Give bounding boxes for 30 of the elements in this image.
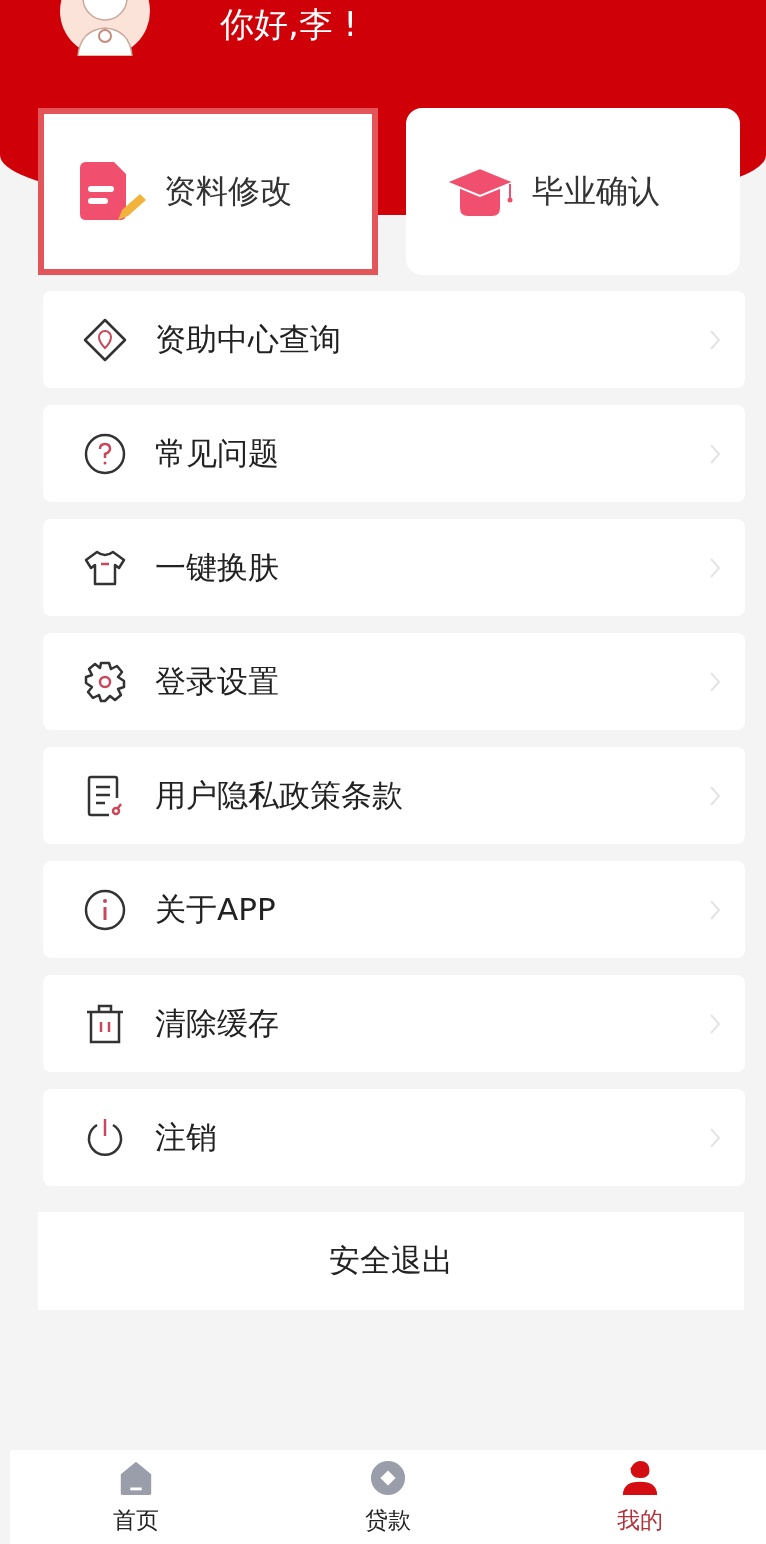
- coin-icon: [369, 1458, 407, 1497]
- menu-item[interactable]: 一键换肤: [43, 519, 745, 616]
- info-icon: [83, 887, 127, 932]
- user-icon: [621, 1458, 659, 1497]
- location-pin-icon: [83, 317, 127, 362]
- chevron-right-icon: [709, 328, 721, 351]
- chevron-right-icon: [709, 442, 721, 465]
- menu-item[interactable]: 常见问题: [43, 405, 745, 502]
- menu-item[interactable]: 关于APP: [43, 861, 745, 958]
- menu-item[interactable]: 用户隐私政策条款: [43, 747, 745, 844]
- quick-action-card[interactable]: 资料修改: [38, 108, 378, 275]
- menu-item[interactable]: 注销: [43, 1089, 745, 1186]
- chevron-right-icon: [709, 784, 721, 807]
- settings-icon: [83, 659, 127, 704]
- chevron-right-icon: [709, 556, 721, 579]
- document-pencil-icon: [78, 161, 148, 222]
- menu-item[interactable]: 清除缓存: [43, 975, 745, 1072]
- quick-action-card[interactable]: 毕业确认: [406, 108, 740, 275]
- tab-item[interactable]: 我的: [514, 1450, 766, 1544]
- tab-item[interactable]: 首页: [10, 1450, 262, 1544]
- chevron-right-icon: [709, 1012, 721, 1035]
- greeting-text: 你好,李 !: [220, 3, 358, 46]
- menu-item[interactable]: 登录设置: [43, 633, 745, 730]
- chevron-right-icon: [709, 898, 721, 921]
- question-icon: [83, 431, 127, 476]
- menu-item[interactable]: 资助中心查询: [43, 291, 745, 388]
- chevron-right-icon: [709, 1126, 721, 1149]
- chevron-right-icon: [709, 670, 721, 693]
- logout-button[interactable]: 安全退出: [38, 1212, 744, 1310]
- tab-item[interactable]: 贷款: [262, 1450, 514, 1544]
